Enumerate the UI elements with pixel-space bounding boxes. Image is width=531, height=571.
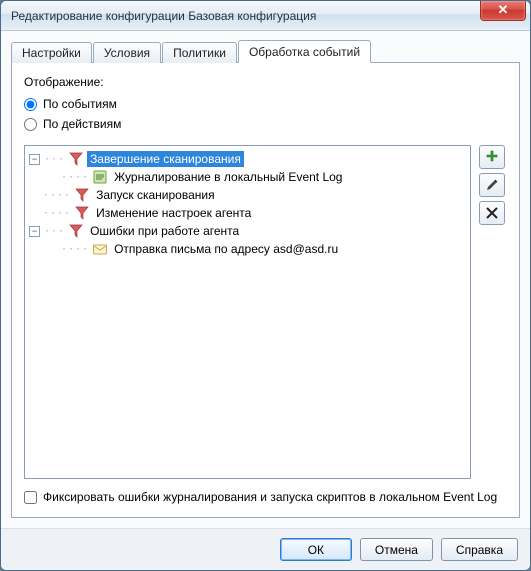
radio-by-actions[interactable] (24, 118, 37, 131)
tab-label: Настройки (22, 46, 81, 60)
tab-settings[interactable]: Настройки (11, 42, 92, 63)
tree-node-send-mail[interactable]: ···· Отправка письма по адресу asd@asd.r… (27, 240, 468, 258)
log-errors-row: Фиксировать ошибки журналирования и запу… (24, 489, 507, 505)
plus-icon (485, 150, 499, 164)
window-title: Редактирование конфигурации Базовая конф… (11, 9, 480, 23)
tree-connector: ···· (43, 190, 71, 201)
radio-by-actions-row: По действиям (24, 117, 507, 131)
side-buttons (479, 145, 507, 479)
tree-connector: ··· (44, 154, 65, 165)
event-tree[interactable]: − ··· Завершение сканирования ···· Журна… (24, 145, 471, 479)
add-button[interactable] (479, 145, 505, 169)
tab-label: Политики (173, 46, 226, 60)
cancel-button[interactable]: Отмена (360, 538, 433, 561)
tree-node-scan-complete[interactable]: − ··· Завершение сканирования (27, 150, 468, 168)
tree-connector: ···· (61, 172, 89, 183)
log-icon (92, 169, 108, 185)
log-errors-label: Фиксировать ошибки журналирования и запу… (43, 489, 497, 505)
button-label: Отмена (375, 543, 418, 557)
edit-button[interactable] (479, 173, 505, 197)
ok-button[interactable]: ОК (280, 538, 352, 561)
radio-by-actions-label: По действиям (43, 117, 121, 131)
funnel-icon (68, 151, 84, 167)
tab-policies[interactable]: Политики (162, 42, 237, 63)
pencil-icon (485, 178, 499, 192)
titlebar[interactable]: Редактирование конфигурации Базовая конф… (1, 1, 530, 31)
close-button[interactable]: ✕ (480, 1, 526, 21)
tree-label: Ошибки при работе агента (87, 223, 242, 239)
tree-connector: ··· (44, 226, 65, 237)
tab-panel-events: Отображение: По событиям По действиям − … (11, 62, 520, 518)
x-icon (486, 207, 498, 219)
display-label: Отображение: (24, 75, 507, 89)
radio-by-events-label: По событиям (43, 97, 117, 111)
tab-label: Условия (104, 46, 150, 60)
tree-connector: ···· (61, 244, 89, 255)
client-area: Настройки Условия Политики Обработка соб… (1, 31, 530, 528)
help-button[interactable]: Справка (441, 538, 518, 561)
funnel-icon (74, 187, 90, 203)
tree-label: Завершение сканирования (87, 151, 244, 167)
dialog-footer: ОК Отмена Справка (1, 528, 530, 570)
tab-conditions[interactable]: Условия (93, 42, 161, 63)
dialog-window: Редактирование конфигурации Базовая конф… (0, 0, 531, 571)
tree-node-settings-change[interactable]: ···· Изменение настроек агента (27, 204, 468, 222)
tree-connector: ···· (43, 208, 71, 219)
funnel-icon (74, 205, 90, 221)
tree-label: Отправка письма по адресу asd@asd.ru (111, 241, 341, 257)
funnel-icon (68, 223, 84, 239)
tab-label: Обработка событий (249, 45, 360, 59)
expander-minus-icon[interactable]: − (29, 226, 40, 237)
radio-by-events-row: По событиям (24, 97, 507, 111)
tree-node-journal-local[interactable]: ···· Журналирование в локальный Event Lo… (27, 168, 468, 186)
tree-label: Запуск сканирования (93, 187, 217, 203)
button-label: Справка (456, 543, 503, 557)
tab-strip: Настройки Условия Политики Обработка соб… (11, 39, 520, 62)
radio-by-events[interactable] (24, 98, 37, 111)
button-label: ОК (308, 543, 324, 557)
tab-events[interactable]: Обработка событий (238, 40, 371, 63)
mail-icon (92, 241, 108, 257)
tree-label: Изменение настроек агента (93, 205, 254, 221)
log-errors-checkbox[interactable] (24, 491, 37, 504)
close-icon: ✕ (498, 2, 509, 17)
tree-node-scan-start[interactable]: ···· Запуск сканирования (27, 186, 468, 204)
tree-area: − ··· Завершение сканирования ···· Журна… (24, 145, 507, 479)
tree-node-agent-errors[interactable]: − ··· Ошибки при работе агента (27, 222, 468, 240)
expander-minus-icon[interactable]: − (29, 154, 40, 165)
tree-label: Журналирование в локальный Event Log (111, 169, 345, 185)
delete-button[interactable] (479, 201, 505, 225)
